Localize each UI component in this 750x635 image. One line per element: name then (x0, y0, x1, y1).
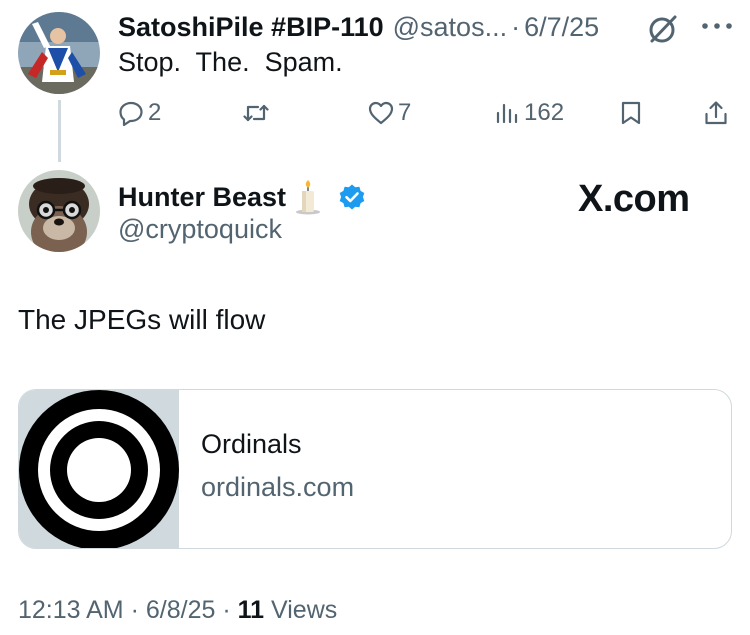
main-author-avatar[interactable] (18, 170, 100, 252)
share-icon (705, 101, 727, 125)
views-label: Views (271, 596, 338, 624)
candle-icon (296, 180, 321, 215)
tweet-meta-line: 12:13 AM · 6/8/25 · 11 Views (18, 596, 337, 625)
link-preview-card[interactable]: Ordinals ordinals.com (18, 389, 732, 549)
reply-button[interactable]: 2 (118, 96, 161, 130)
views-button[interactable]: 162 (494, 96, 564, 130)
reply-author-handle[interactable]: @satos... (393, 12, 507, 43)
analytics-icon (496, 103, 518, 124)
bookmark-icon (621, 101, 641, 125)
reply-author-avatar[interactable] (18, 12, 100, 94)
tweet-time[interactable]: 12:13 AM (18, 596, 124, 624)
x-com-watermark: X.com (578, 178, 690, 220)
header-separator: · (511, 11, 521, 42)
retweet-button[interactable] (243, 96, 269, 130)
verified-badge-icon[interactable] (338, 183, 366, 211)
views-count: 162 (524, 99, 565, 126)
like-count: 7 (398, 99, 412, 126)
grok-icon[interactable] (647, 13, 679, 45)
retweet-icon (243, 104, 269, 122)
bookmark-button[interactable] (618, 96, 644, 130)
meta-separator: · (130, 596, 139, 624)
main-author-name-row: Hunter Beast (118, 178, 366, 216)
more-options-icon[interactable] (700, 20, 734, 32)
meta-separator: · (222, 596, 231, 624)
thread-connector-line (58, 100, 61, 162)
share-button[interactable] (703, 96, 729, 130)
views-number: 11 (237, 596, 265, 624)
reply-count: 2 (148, 99, 162, 126)
main-tweet-text: The JPEGs will flow (18, 304, 266, 335)
reply-tweet-text: Stop. The. Spam. (118, 47, 343, 77)
card-title: Ordinals (201, 429, 302, 459)
reply-icon (119, 101, 143, 126)
reply-tweet-header: SatoshiPile #BIP-110 @satos... · 6/7/25 (118, 10, 599, 44)
reply-author-name[interactable]: SatoshiPile #BIP-110 (118, 12, 384, 43)
tweet-date[interactable]: 6/8/25 (146, 596, 216, 624)
main-author-name[interactable]: Hunter Beast (118, 182, 286, 213)
card-thumbnail (19, 390, 179, 548)
user-avatar-icon (18, 12, 100, 94)
ordinals-logo-icon (19, 390, 179, 548)
heart-icon (368, 101, 394, 125)
reply-tweet-date[interactable]: 6/7/25 (524, 12, 599, 43)
like-button[interactable]: 7 (368, 96, 411, 130)
main-author-handle[interactable]: @cryptoquick (118, 214, 282, 245)
otter-avatar-icon (18, 170, 100, 252)
card-domain: ordinals.com (201, 472, 355, 502)
